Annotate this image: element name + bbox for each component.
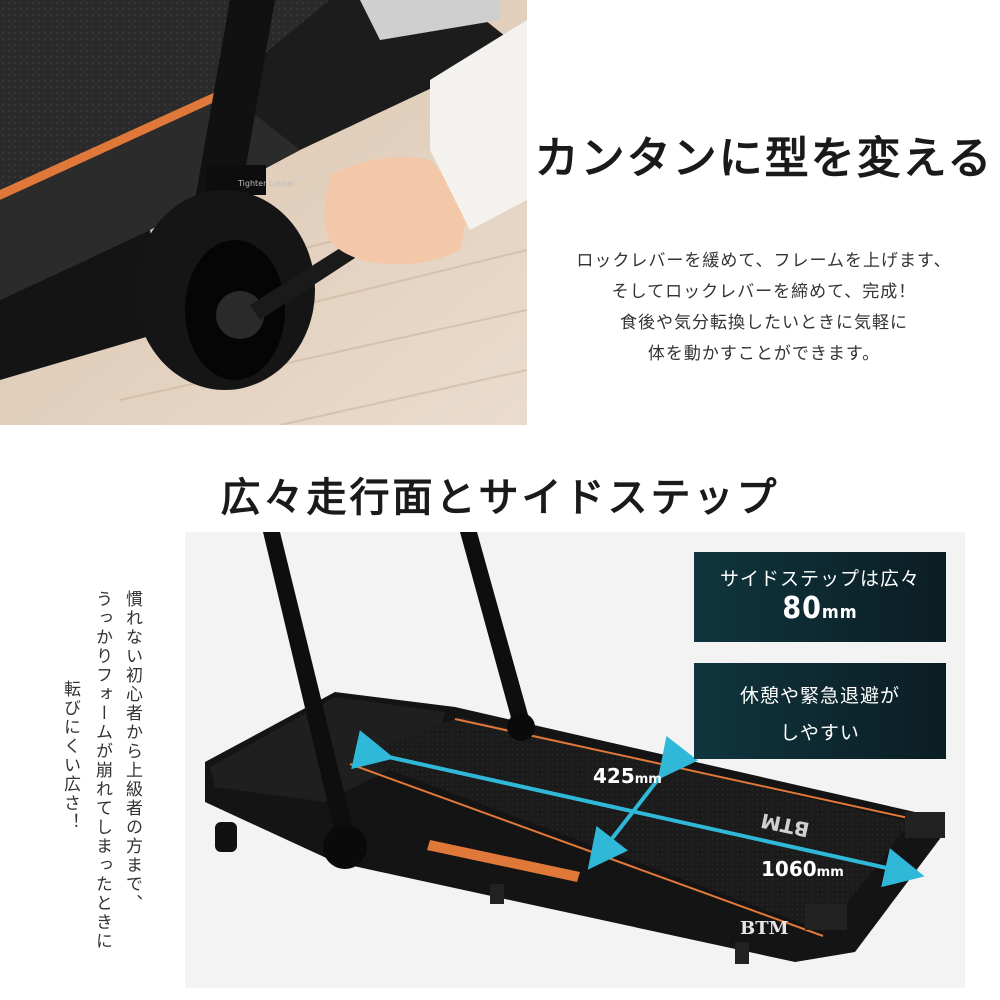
side-text-col1: 慣れない初心者から上級者の方まで、	[122, 590, 142, 913]
side-text-col3: 転びにくい広さ！	[60, 680, 80, 832]
callout-text: 休憩や緊急退避が	[739, 685, 900, 707]
treadmill-lever-illustration: Tighter Looser	[0, 0, 527, 425]
top-photo: Tighter Looser	[0, 0, 527, 425]
top-description: ロックレバーを緩めて、フレームを上げます、 そしてロックレバーを締めて、完成！ …	[528, 246, 1000, 370]
frame-label: Tighter Looser	[237, 179, 296, 188]
desc-line: 食後や気分転換したいときに気軽に	[620, 313, 908, 333]
side-step-callout: サイドステップは広々 80mm	[694, 552, 946, 642]
callout-text: サイドステップは広々	[719, 568, 920, 590]
middle-heading: 広々走行面とサイドステップ	[220, 475, 780, 521]
width-dimension: 425mm	[593, 764, 662, 788]
length-dimension: 1060mm	[761, 857, 844, 881]
rest-callout: 休憩や緊急退避が しやすい	[694, 663, 946, 759]
callout-text: しやすい	[780, 722, 860, 744]
side-step-width: 80mm	[782, 591, 858, 626]
desc-line: 体を動かすことができます。	[647, 344, 881, 364]
side-text-col2: うっかりフォームが崩れてしまったときに	[92, 590, 112, 951]
desc-line: そしてロックレバーを締めて、完成！	[611, 282, 917, 302]
desc-line: ロックレバーを緩めて、フレームを上げます、	[576, 251, 952, 271]
top-heading: カンタンに型を変える	[534, 133, 994, 184]
brand-logo: BTM	[740, 918, 789, 939]
